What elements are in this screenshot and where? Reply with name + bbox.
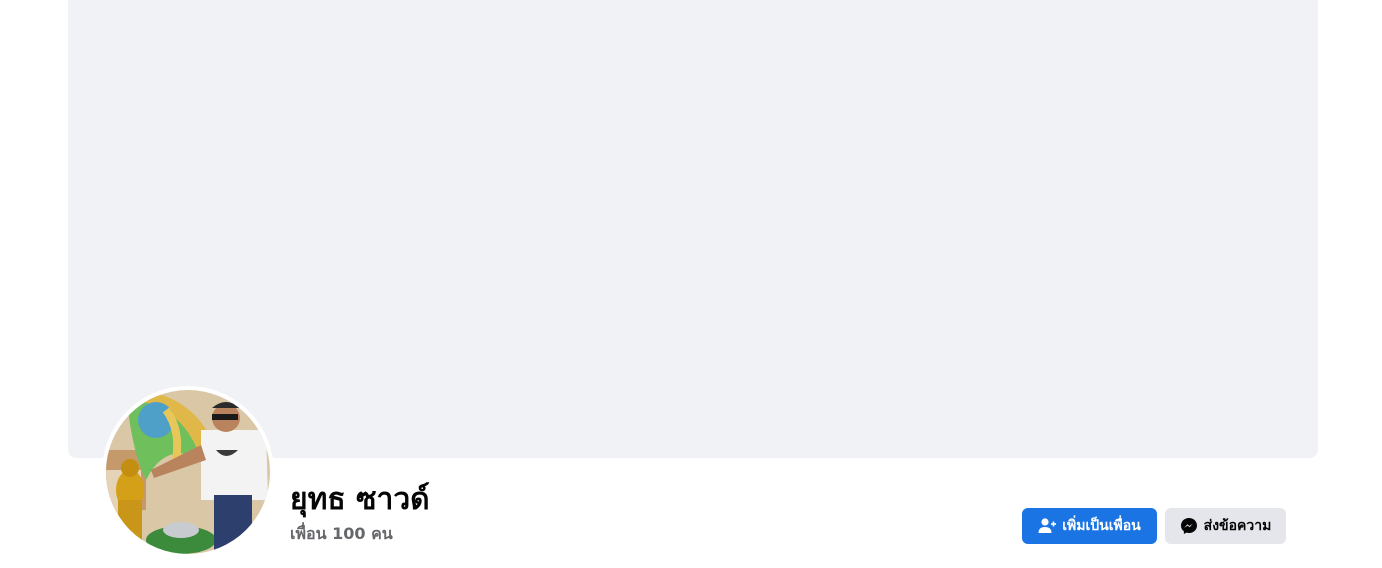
messenger-icon: [1180, 517, 1198, 535]
friend-count[interactable]: เพื่อน 100 คน: [290, 524, 393, 544]
send-message-button[interactable]: ส่งข้อความ: [1165, 508, 1286, 544]
add-friend-button[interactable]: เพิ่มเป็นเพื่อน: [1022, 508, 1157, 544]
add-friend-label: เพิ่มเป็นเพื่อน: [1062, 518, 1141, 534]
profile-header: ยุทธ ซาวด์ เพื่อน 100 คน เพิ่มเป็นเพื่อน…: [0, 0, 1382, 568]
profile-name: ยุทธ ซาวด์: [290, 482, 430, 517]
send-message-label: ส่งข้อความ: [1203, 518, 1272, 534]
profile-photo-image: [106, 390, 270, 554]
cover-photo-area[interactable]: [68, 0, 1318, 458]
add-friend-icon: [1038, 517, 1057, 535]
profile-picture[interactable]: [102, 386, 274, 558]
